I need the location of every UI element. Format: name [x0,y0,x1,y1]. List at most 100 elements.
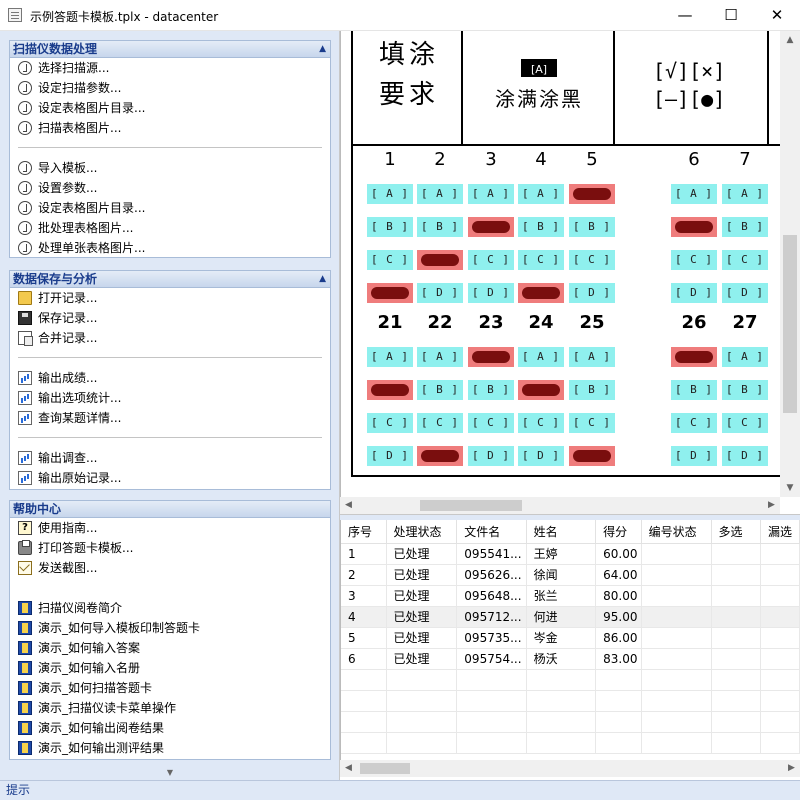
menu-item-demo-import[interactable]: 演示_如何导入模板印制答题卡 [10,618,330,638]
window-title: 示例答题卡模板.tplx - datacenter [30,10,219,24]
fill-description: 涂满涂黑 [495,87,583,111]
scroll-up-icon[interactable]: ▲ [780,31,800,49]
scroll-right-icon[interactable]: ▶ [763,497,780,514]
scroll-right-icon[interactable]: ▶ [783,760,800,777]
menu-item-save-record[interactable]: 保存记录... [10,308,330,328]
table-row[interactable]: 3 已处理 095648... 张兰 80.00 [341,585,800,607]
answer-sheet-preview: 填涂 要求 [A] 涂满涂黑 [√][×] [—][●] 1[ A ][ B ]… [340,31,800,516]
menu-item-demo-scan[interactable]: 演示_如何扫描答题卡 [10,678,330,698]
answer-bubble: [ C ] [569,250,615,270]
column-header[interactable]: 编号状态 [641,520,712,544]
menu-item-image-dir[interactable]: 设定表格图片目录... [10,98,330,118]
fill-title-line: 要求 [379,80,440,110]
answer-bubble: [ A ] [367,184,413,204]
film-icon [18,621,32,635]
menu-item-image-dir-2[interactable]: 设定表格图片目录... [10,198,330,218]
menu-item-settings[interactable]: 设置参数... [10,178,330,198]
column-header[interactable]: 得分 [595,520,642,544]
answer-bubble: [ D ] [417,283,463,303]
table-cell [760,669,800,691]
table-cell: 已处理 [386,606,458,628]
answer-bubble: [ D ] [671,446,717,466]
scroll-left-icon[interactable]: ◀ [340,497,357,514]
menu-item-demo-roster[interactable]: 演示_如何输入名册 [10,658,330,678]
scroll-thumb[interactable] [783,235,797,413]
menu-item-demo-export-eval[interactable]: 演示_如何输出测评结果 [10,738,330,758]
maximize-button[interactable]: ☐ [708,0,754,30]
table-cell [526,732,597,754]
table-row[interactable]: 2 已处理 095626... 徐闻 64.00 [341,564,800,586]
menu-item-export-scores[interactable]: 输出成绩... [10,368,330,388]
menu-item-send-screenshot[interactable]: 发送截图... [10,558,330,578]
answer-bubble: [ A ] [569,347,615,367]
scroll-thumb[interactable] [420,500,522,511]
table-row[interactable]: 6 已处理 095754... 杨沃 83.00 [341,648,800,670]
collapse-icon[interactable]: ▲ [319,41,326,57]
scanner-group-header[interactable]: 扫描仪数据处理 ▲ [9,40,331,58]
scroll-down-icon[interactable]: ▼ [780,479,800,497]
scanner-group-body: 选择扫描源... 设定扫描参数... 设定表格图片目录... 扫描表格图片...… [9,58,331,258]
menu-item-open-record[interactable]: 打开记录... [10,288,330,308]
divider [613,31,615,144]
column-header[interactable]: 序号 [341,520,387,544]
menu-item-demo-export-results[interactable]: 演示_如何输出阅卷结果 [10,718,330,738]
answer-bubble: [ C ] [569,413,615,433]
table-cell [526,711,597,733]
title-bar: 示例答题卡模板.tplx - datacenter — ☐ ✕ [0,0,800,31]
menu-item-intro[interactable]: 扫描仪阅卷简介 [10,598,330,618]
answer-bubble: [ B ] [671,217,717,237]
menu-item-query-question[interactable]: 查询某题详情... [10,408,330,428]
menu-item-export-survey[interactable]: 输出调查... [10,448,330,468]
answer-bubble: [ D ] [722,283,768,303]
collapse-icon[interactable]: ▲ [319,271,326,287]
menu-item-export-option-stats[interactable]: 输出选项统计... [10,388,330,408]
column-header[interactable]: 多选 [711,520,761,544]
menu-item-demo-answers[interactable]: 演示_如何输入答案 [10,638,330,658]
table-row[interactable]: 4 已处理 095712... 何进 95.00 [341,606,800,628]
answer-bubble: [ C ] [722,413,768,433]
scroll-down-icon[interactable]: ▼ [9,767,331,779]
close-button[interactable]: ✕ [754,0,800,30]
menu-item-merge-record[interactable]: 合并记录... [10,328,330,348]
column-header[interactable]: 姓名 [526,520,597,544]
menu-item-batch-process[interactable]: 批处理表格图片... [10,218,330,238]
table-row[interactable]: 5 已处理 095735... 岑金 86.00 [341,627,800,649]
column-header[interactable]: 漏选 [760,520,800,544]
column-header[interactable]: 文件名 [456,520,527,544]
minimize-button[interactable]: — [662,0,708,30]
preview-vertical-scrollbar[interactable]: ▲ ▼ [780,31,800,497]
table-cell [711,711,761,733]
menu-item-import-template[interactable]: 导入模板... [10,158,330,178]
save-group-header[interactable]: 数据保存与分析 ▲ [9,270,331,288]
table-cell [595,669,642,691]
table-cell: 60.00 [595,543,642,565]
menu-item-scan-params[interactable]: 设定扫描参数... [10,78,330,98]
preview-horizontal-scrollbar[interactable]: ◀ ▶ [340,497,780,514]
column-header[interactable]: 处理状态 [386,520,458,544]
scroll-thumb[interactable] [360,763,410,774]
menu-item-export-raw[interactable]: 输出原始记录... [10,468,330,488]
table-row[interactable]: 1 已处理 095541... 王婷 60.00 [341,543,800,565]
menu-item-demo-menu[interactable]: 演示_扫描仪读卡菜单操作 [10,698,330,718]
chart-icon [18,371,32,385]
table-cell: 已处理 [386,564,458,586]
step-icon [18,221,32,235]
menu-item-print-template[interactable]: 打印答题卡模板... [10,538,330,558]
answer-bubble: [ D ] [569,446,615,466]
table-cell [760,732,800,754]
answer-bubble: [ D ] [367,446,413,466]
menu-item-process-single[interactable]: 处理单张表格图片... [10,238,330,258]
answer-bubble: [ A ] [671,347,717,367]
help-group-header[interactable]: 帮助中心 [9,500,331,518]
menu-item-user-guide[interactable]: ? 使用指南... [10,518,330,538]
answer-bubble: [ D ] [417,446,463,466]
question-number: 27 [732,312,758,333]
table-cell [641,690,712,712]
answer-bubble: [ B ] [671,380,717,400]
menu-item-select-scan-source[interactable]: 选择扫描源... [10,58,330,78]
grid-horizontal-scrollbar[interactable]: ◀ ▶ [340,760,800,777]
table-cell [595,732,642,754]
answer-bubble: [ B ] [569,217,615,237]
scroll-left-icon[interactable]: ◀ [340,760,357,777]
menu-item-scan-images[interactable]: 扫描表格图片... [10,118,330,138]
